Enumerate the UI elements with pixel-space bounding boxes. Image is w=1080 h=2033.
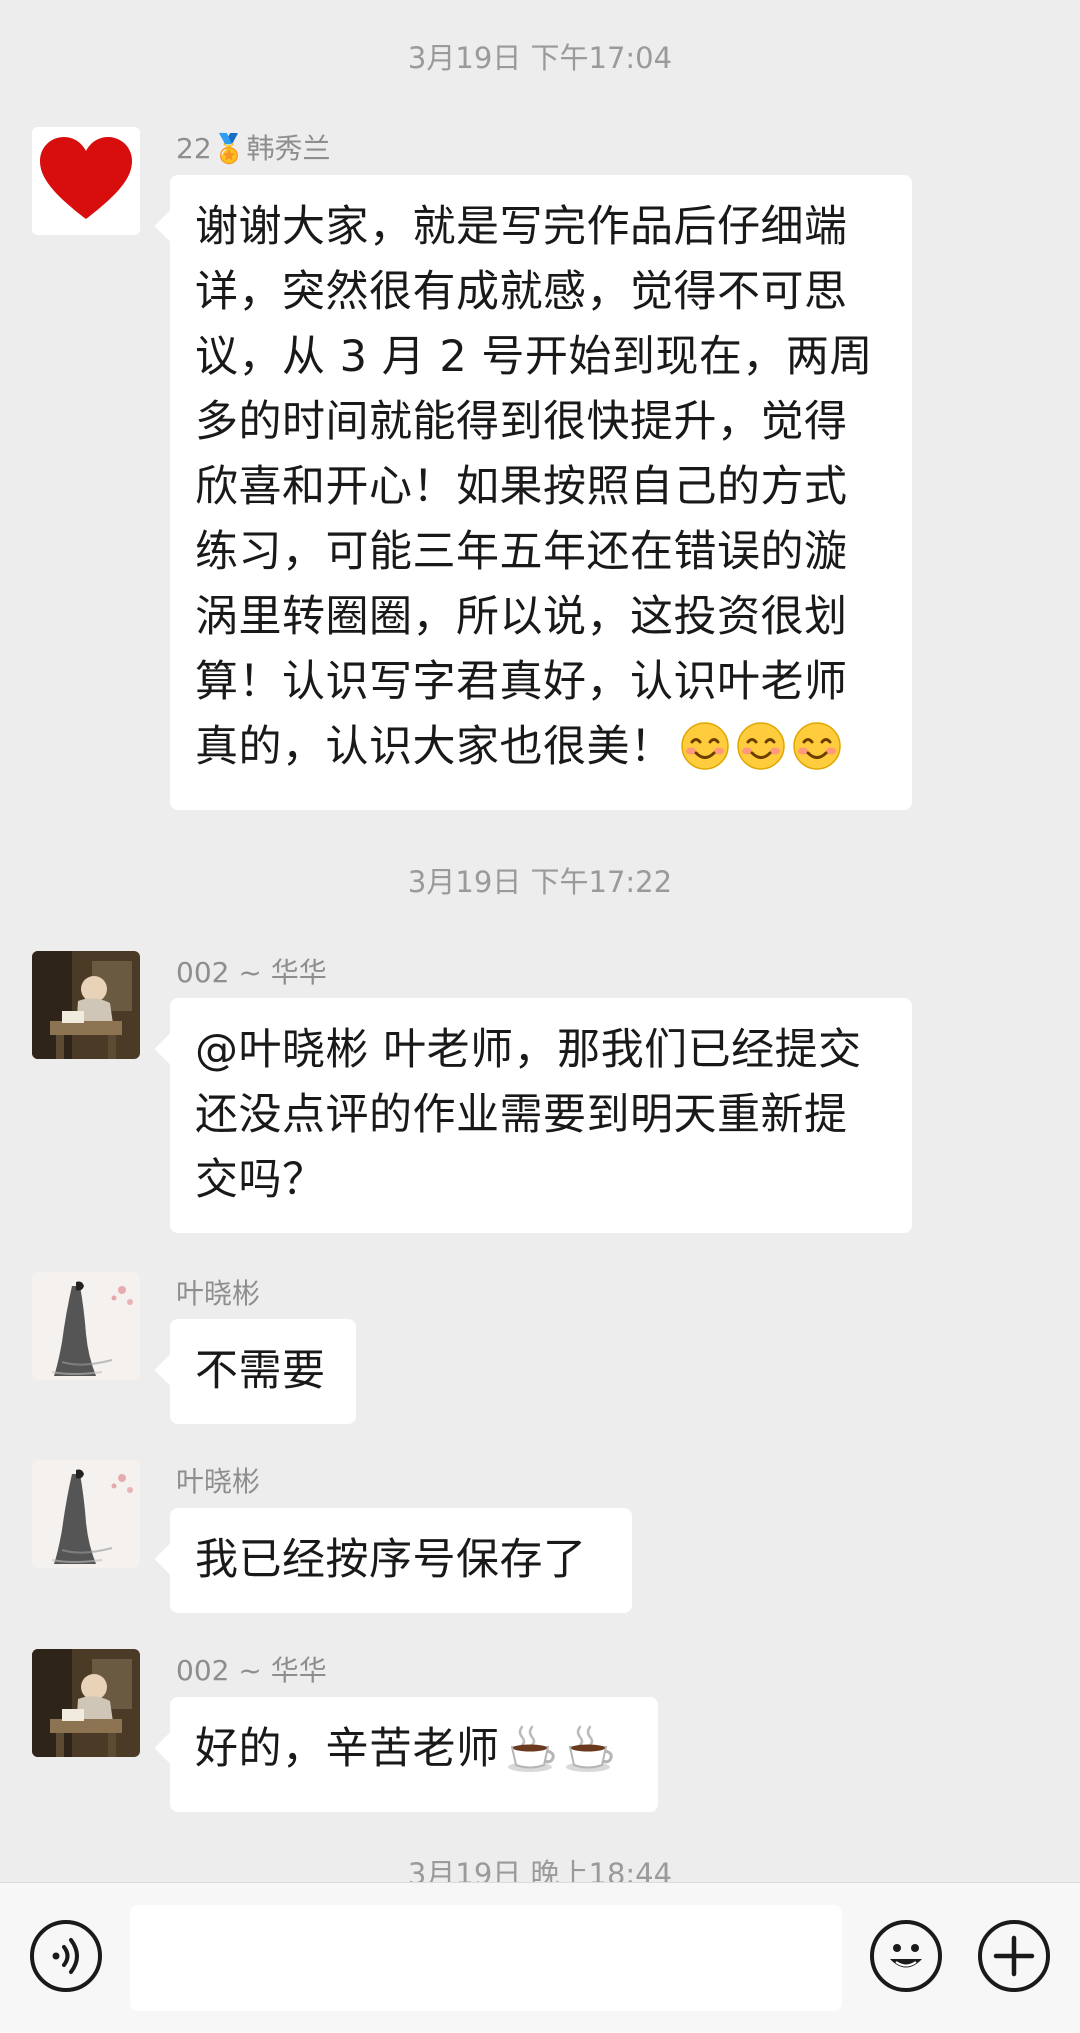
smiling-face-emoji xyxy=(736,721,786,790)
hot-beverage-emoji xyxy=(506,1723,558,1792)
message-bubble[interactable]: 谢谢大家，就是写完作品后仔细端 详，突然很有成就感，觉得不可思 议，从 3 月 … xyxy=(170,175,912,810)
sender-name: 叶晓彬 xyxy=(176,1465,261,1498)
sender-name: 22🏅韩秀兰 xyxy=(176,132,331,165)
message-line: 算！认识写字君真好，认识叶老师 xyxy=(195,657,848,707)
message-line-last: 真的，认识大家也很美！ xyxy=(195,715,887,790)
message-bubble[interactable]: 不需要 xyxy=(170,1319,356,1424)
chat-history[interactable]: 3月19日 下午17:04 22🏅韩秀兰 谢谢大家，就是写完作品后仔细端 详，突… xyxy=(0,0,1080,1882)
smiling-face-emoji xyxy=(680,721,730,790)
red-heart-icon xyxy=(32,127,140,235)
avatar-ink-painting[interactable] xyxy=(32,1460,140,1568)
message-line: @叶晓彬 叶老师，那我们已经提交 xyxy=(195,1025,862,1075)
message-input[interactable] xyxy=(130,1905,842,2011)
timestamp: 3月19日 晚上18:44 xyxy=(407,1857,673,1882)
message-line: 多的时间就能得到很快提升，觉得 xyxy=(195,397,848,447)
input-bar xyxy=(0,1882,1080,2033)
sender-name: 002 ~ 华华 xyxy=(176,1654,327,1687)
ink-painting-avatar-icon xyxy=(32,1272,140,1380)
voice-button[interactable] xyxy=(30,1920,102,1992)
avatar-ink-painting[interactable] xyxy=(32,1272,140,1380)
photo-avatar-icon xyxy=(32,951,140,1059)
message-line-last: 好的，辛苦老师 xyxy=(195,1717,633,1792)
photo-avatar-icon xyxy=(32,1649,140,1757)
message-line: 议，从 3 月 2 号开始到现在，两周 xyxy=(195,332,873,382)
message-bubble[interactable]: 我已经按序号保存了 xyxy=(170,1508,632,1613)
avatar-photo[interactable] xyxy=(32,951,140,1059)
message-line: 谢谢大家，就是写完作品后仔细端 xyxy=(195,202,848,252)
sender-name: 002 ~ 华华 xyxy=(176,956,327,989)
message-line: 欣喜和开心！如果按照自己的方式 xyxy=(195,462,848,512)
hot-beverage-emoji xyxy=(564,1723,616,1792)
voice-icon xyxy=(52,1938,79,1974)
message-bubble[interactable]: 好的，辛苦老师 xyxy=(170,1697,658,1812)
sender-name: 叶晓彬 xyxy=(176,1277,261,1310)
avatar-photo[interactable] xyxy=(32,1649,140,1757)
plus-icon xyxy=(993,1935,1035,1977)
message-line: 练习，可能三年五年还在错误的漩 xyxy=(195,527,848,577)
message-line: 我已经按序号保存了 xyxy=(195,1535,587,1585)
timestamp: 3月19日 下午17:04 xyxy=(407,41,673,75)
message-line: 交吗？ xyxy=(195,1155,326,1205)
emoji-button[interactable] xyxy=(870,1920,942,1992)
more-button[interactable] xyxy=(978,1920,1050,1992)
message-line: 详，突然很有成就感，觉得不可思 xyxy=(195,267,848,317)
message-line: 还没点评的作业需要到明天重新提 xyxy=(195,1090,848,1140)
timestamp: 3月19日 下午17:22 xyxy=(407,865,673,899)
message-line: 不需要 xyxy=(195,1346,326,1396)
message-text: 好的，辛苦老师 xyxy=(195,1724,500,1774)
ink-painting-avatar-icon xyxy=(32,1460,140,1568)
smiling-face-emoji xyxy=(792,721,842,790)
emoji-icon xyxy=(890,1944,922,1968)
avatar-red-heart[interactable] xyxy=(32,127,140,235)
message-line: 涡里转圈圈，所以说，这投资很划 xyxy=(195,592,848,642)
message-bubble[interactable]: @叶晓彬 叶老师，那我们已经提交 还没点评的作业需要到明天重新提 交吗？ xyxy=(170,998,912,1233)
message-text: 真的，认识大家也很美！ xyxy=(195,722,674,772)
